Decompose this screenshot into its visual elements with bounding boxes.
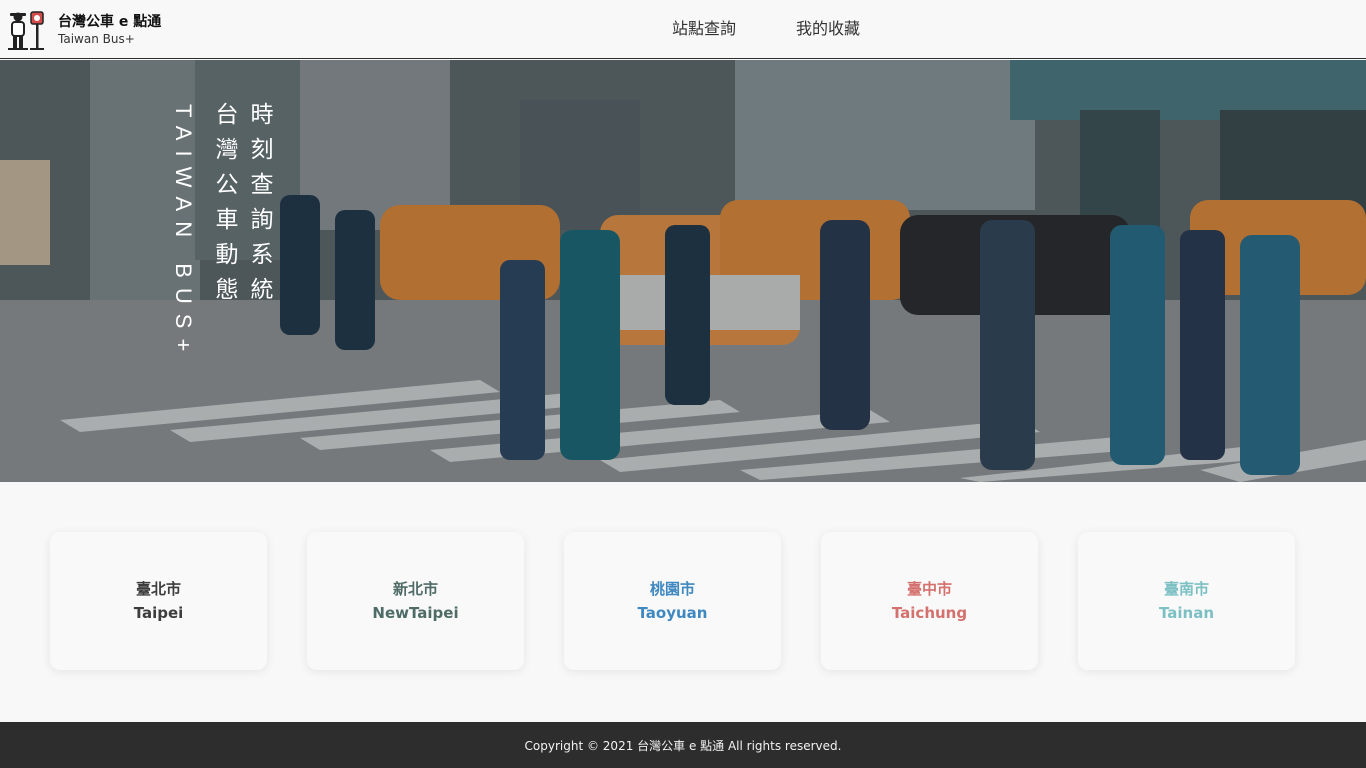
- hero-vertical-english: TAIWAN BUS+: [171, 104, 196, 362]
- nav-station-search[interactable]: 站點查詢: [672, 18, 736, 40]
- main-nav: 站點查詢 我的收藏: [672, 18, 920, 40]
- site-header: 台灣公車 e 點通 Taiwan Bus+ 站點查詢 我的收藏: [0, 0, 1366, 59]
- city-card-taichung[interactable]: 臺中市 Taichung: [821, 532, 1038, 670]
- nav-my-favorites[interactable]: 我的收藏: [796, 18, 860, 40]
- city-name-zh: 臺南市: [1163, 580, 1209, 598]
- city-name-zh: 臺中市: [906, 580, 952, 598]
- city-card-taipei[interactable]: 臺北市 Taipei: [50, 532, 267, 670]
- hero-vertical-chinese-left: 台灣公車動態: [211, 102, 237, 312]
- city-card-newtaipei[interactable]: 新北市 NewTaipei: [307, 532, 524, 670]
- hero-street-scene: [0, 60, 1366, 482]
- city-name-zh: 新北市: [392, 580, 438, 598]
- logo[interactable]: 台灣公車 e 點通 Taiwan Bus+: [6, 9, 161, 51]
- city-name-en: Taichung: [891, 604, 968, 622]
- city-name-zh: 臺北市: [135, 580, 181, 598]
- bus-stop-person-icon: [8, 11, 44, 50]
- hero-vertical-chinese-right: 時刻查詢系統: [246, 102, 272, 312]
- city-name-zh: 桃園市: [649, 580, 695, 598]
- site-footer: Copyright © 2021 台灣公車 e 點通 All rights re…: [0, 722, 1366, 768]
- city-name-en: Tainan: [1158, 604, 1215, 622]
- city-name-en: Taoyuan: [637, 604, 708, 622]
- city-list: 臺北市 Taipei 新北市 NewTaipei 桃園市 Taoyuan 臺中市…: [50, 532, 1335, 670]
- hero-banner: TAIWAN BUS+ 台灣公車動態 時刻查詢系統: [0, 60, 1366, 482]
- city-name-en: NewTaipei: [372, 604, 459, 622]
- city-card-taoyuan[interactable]: 桃園市 Taoyuan: [564, 532, 781, 670]
- city-name-en: Taipei: [133, 604, 184, 622]
- logo-title: 台灣公車 e 點通: [58, 13, 162, 30]
- city-card-tainan[interactable]: 臺南市 Tainan: [1078, 532, 1295, 670]
- copyright-text: Copyright © 2021 台灣公車 e 點通 All rights re…: [524, 738, 842, 753]
- logo-subtitle: Taiwan Bus+: [58, 31, 135, 46]
